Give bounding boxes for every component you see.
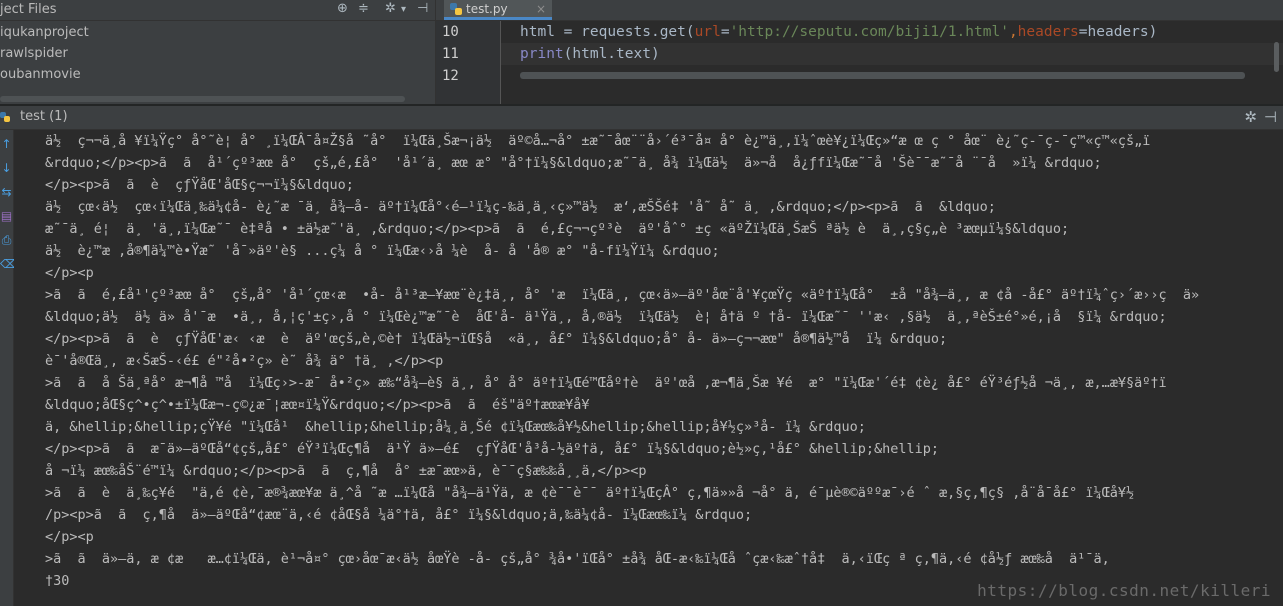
code-token: get — [659, 24, 686, 40]
soft-wrap-icon[interactable]: ⇆ — [0, 184, 13, 200]
code-token: ( — [685, 24, 695, 40]
tab-test-py[interactable]: test.py × — [444, 0, 552, 20]
chevron-down-icon[interactable]: ▾ — [401, 4, 406, 15]
console-line: å ¬ï¼ æœ‰åŠ¨é™ï¼ &rdquo;</p><p>ã ã ç,¶å … — [45, 463, 647, 479]
code-line-11[interactable]: print(html.text) — [501, 43, 1283, 65]
run-panel-header: test (1) ✲ ⊣ — [0, 106, 1283, 130]
code-token: = — [720, 24, 730, 40]
console-line: è¯'å®Œä¸, æ‹ŠæŠ-‹é£ é"²å•²ç» è˜ å¾ ä° †ä… — [45, 353, 444, 369]
editor-vertical-scrollbar[interactable] — [1274, 42, 1279, 72]
console-line: ä½ è¿™æ ,å®¶ä¼™è•Ÿæ˜ 'å¯»äº'è§ ...ç¼ å °… — [45, 243, 720, 259]
line-number: 12 — [442, 68, 459, 84]
console-line: </p><p — [45, 529, 94, 545]
close-icon[interactable]: × — [536, 0, 546, 18]
line-number: 10 — [442, 24, 459, 40]
up-arrow-icon[interactable]: ↑ — [0, 136, 13, 152]
console-line: &ldquo;ä½ ä½ ä» å'¯æ •ä¸, å,¦ç'±ç›,å ° ï… — [45, 309, 1167, 325]
console-output[interactable]: ä½ ç¬¬ä¸å ¥ï¼Ÿç° å°˜è¦ å° ¸ï¼ŒÂ¯å¤Ž§å ˜å… — [14, 130, 1283, 606]
code-token: ) — [650, 46, 660, 62]
run-tab-label[interactable]: test (1) — [20, 109, 68, 124]
console-line: ä½ ç¬¬ä¸å ¥ï¼Ÿç° å°˜è¦ å° ¸ï¼ŒÂ¯å¤Ž§å ˜å… — [45, 133, 1151, 149]
tree-item-project[interactable]: oubanmovie — [0, 64, 89, 85]
hide-panel-icon[interactable]: ⊣ — [1264, 108, 1277, 126]
tree-item-project[interactable]: iqukanproject — [0, 22, 89, 43]
code-token: text — [616, 46, 651, 62]
console-line: †30 — [45, 573, 70, 589]
code-line-10[interactable]: html = requests.get(url='http://seputu.c… — [501, 21, 1283, 43]
editor-horizontal-scrollbar[interactable] — [520, 72, 1245, 79]
console-line: >ã ã ä»–ä, æ ¢æ æ…¢ï¼Œä, è¹¬å¤° çœ›åœ¯æ‹… — [45, 551, 1110, 567]
console-line: >ã ã é,£å¹'çº³æœ å° çš„å° 'å¹´çœ‹æ •å- å… — [45, 287, 1200, 303]
code-area[interactable]: html = requests.get(url='http://seputu.c… — [501, 21, 1283, 104]
console-line: </p><p>ã ã è çƒŸåŒ'åŒ§ç¬¬ï¼§&ldquo; — [45, 177, 354, 193]
console-line: </p><p>ã ã æ¯ä»–äºŒå“¢çš„å£° éŸ³ï¼Œç¶å ä… — [45, 441, 940, 457]
python-file-icon — [450, 3, 462, 15]
code-token: , — [1008, 24, 1018, 40]
watermark: https://blog.csdn.net/killeri — [977, 581, 1271, 600]
code-token: ) — [1148, 24, 1158, 40]
code-token: = — [1078, 24, 1088, 40]
code-token: headers — [1087, 24, 1149, 40]
console-line: æ˜¯ä¸ é¦ ä¸ 'ä¸‚ï¼Œæ˜¯ è‡ªå • ±ä½æ˜'ä¸ ,… — [45, 221, 1070, 237]
code-token: print — [520, 46, 564, 62]
project-panel-title: ject Files — [0, 2, 57, 17]
code-token: url — [694, 24, 721, 40]
scroll-to-end-icon[interactable]: ▤ — [0, 208, 13, 224]
console-line: >ã ã è ä¸‰ç¥é "ä,é ¢è,¯æ®¾æœ¥æ ä¸^å ˜æ …… — [45, 485, 1135, 501]
code-token: requests. — [581, 24, 660, 40]
run-toolbar: ↑ ↓ ⇆ ▤ ⎙ ⌫ — [0, 130, 17, 606]
console-line: &ldquo;åŒ§ç^•ç^•±ï¼Œæ¬-ç©¿æ¯¦æœ¤ï¼Ÿ&rdqu… — [45, 397, 590, 413]
console-line: /p><p>ã ã ç,¶å ä»–äºŒå“¢æœ¨ä,‹é ¢åŒ§å ¼ä… — [45, 507, 753, 523]
console-line: &rdquo;</p><p>ã ã å¹´çº³æœ å° çš„é‚£å° '… — [45, 155, 1102, 171]
console-line: >ã ã å Šä¸ªå° æ¬¶å ™å ï¼Œç›>-æ¯ å•²ç» æ‰… — [45, 375, 1167, 391]
tab-label: test.py — [466, 2, 508, 16]
line-number-gutter: 10 11 12 — [436, 21, 501, 104]
editor-tab-bar: test.py × — [436, 0, 1283, 21]
code-token: html — [520, 24, 555, 40]
gear-icon[interactable]: ✲ — [1244, 108, 1257, 126]
code-token: 'http://seputu.com/biji1/1.html' — [729, 24, 1009, 40]
collapse-icon[interactable]: ≑ — [358, 1, 369, 16]
code-token: html. — [572, 46, 617, 62]
console-line: </p><p — [45, 265, 94, 281]
tree-item-project[interactable]: rawlspider — [0, 43, 89, 64]
code-token: = — [554, 24, 582, 40]
trash-icon[interactable]: ⌫ — [0, 256, 17, 272]
console-line: ä, &hellip;&hellip;çŸ¥é "ï¼Œå¹ &hellip;&… — [45, 419, 866, 435]
console-line: </p><p>ã ã è çƒŸåŒ'æ‹ ‹æ è äº'œçš„è,©è† … — [45, 331, 948, 347]
hide-panel-icon[interactable]: ⊣ — [417, 1, 428, 16]
editor-panel: test.py × 10 11 12 html = requests.get(u… — [436, 0, 1283, 104]
project-panel: ject Files ⊕ ≑ ✲ ▾ ⊣ iqukanproject rawls… — [0, 0, 436, 104]
down-arrow-icon[interactable]: ↓ — [0, 160, 13, 176]
console-line: ä½ çœ‹ä½ çœ‹ï¼Œä¸‰ä¼¢å- è¿˜æ ¯ä¸ å¾–å- ä… — [45, 199, 996, 215]
line-number: 11 — [442, 46, 459, 62]
gear-icon[interactable]: ✲ — [385, 1, 396, 16]
python-run-icon — [0, 112, 10, 122]
project-panel-header: ject Files ⊕ ≑ ✲ ▾ ⊣ — [0, 0, 435, 21]
project-horizontal-scrollbar[interactable] — [0, 96, 405, 102]
print-icon[interactable]: ⎙ — [0, 232, 13, 248]
sync-icon[interactable]: ⊕ — [337, 1, 348, 16]
code-token: headers — [1017, 24, 1079, 40]
